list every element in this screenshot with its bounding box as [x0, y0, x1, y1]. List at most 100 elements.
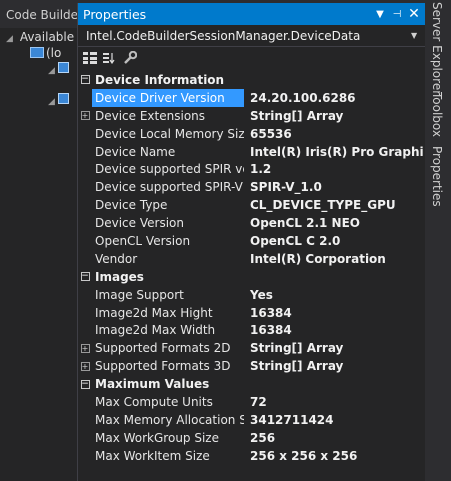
property-row[interactable]: + Device Extensions String[] Array: [78, 107, 424, 125]
code-builder-title[interactable]: Code Builder: [0, 0, 77, 28]
property-row[interactable]: + Supported Formats 2D String[] Array: [78, 339, 424, 357]
pin-icon[interactable]: ⊣: [390, 9, 404, 20]
property-name[interactable]: Image2d Max Width: [92, 321, 244, 339]
property-name[interactable]: Image2d Max Hight: [92, 304, 244, 322]
expand-plus-icon[interactable]: +: [80, 361, 90, 371]
category-name: Images: [95, 269, 144, 284]
property-name[interactable]: Device Version: [92, 214, 244, 232]
property-name[interactable]: Device Driver Version: [92, 88, 244, 107]
tab-toolbox[interactable]: Toolbox: [430, 92, 444, 137]
property-name[interactable]: Device Type: [92, 196, 244, 214]
property-name[interactable]: Device Extensions: [92, 107, 244, 125]
property-name[interactable]: OpenCL Version: [92, 232, 244, 250]
property-value[interactable]: Intel(R) Corporation: [244, 252, 424, 266]
side-tab-strip: Server Explorer Toolbox Properties: [426, 0, 451, 481]
property-value[interactable]: 72: [244, 395, 424, 409]
property-row[interactable]: Vendor Intel(R) Corporation: [78, 250, 424, 268]
property-row[interactable]: Image Support Yes: [78, 286, 424, 304]
tree-item-local[interactable]: (lo: [30, 46, 61, 60]
category-row[interactable]: − Maximum Values: [78, 375, 424, 393]
expand-plus-icon[interactable]: +: [80, 343, 90, 353]
close-icon[interactable]: ✕: [407, 6, 421, 22]
tab-server-explorer[interactable]: Server Explorer: [430, 2, 444, 95]
property-name[interactable]: Device supported SPIR version: [92, 160, 244, 178]
property-value[interactable]: 3412711424: [244, 413, 424, 427]
property-row[interactable]: Max WorkGroup Size 256: [78, 429, 424, 447]
property-row[interactable]: OpenCL Version OpenCL C 2.0: [78, 232, 424, 250]
property-name[interactable]: Device supported SPIR-V version: [92, 178, 244, 196]
row-gutter: [78, 178, 92, 196]
tree-collapse-arrow-icon[interactable]: ◢: [6, 34, 16, 44]
property-name[interactable]: Image Support: [92, 286, 244, 304]
tab-properties[interactable]: Properties: [430, 146, 444, 207]
tree-collapse-arrow-icon[interactable]: ◢: [48, 97, 58, 107]
property-value[interactable]: String[] Array: [244, 359, 424, 373]
property-name[interactable]: Supported Formats 2D: [92, 339, 244, 357]
window-options-dropdown-icon[interactable]: ▼: [373, 9, 387, 20]
property-value[interactable]: OpenCL C 2.0: [244, 234, 424, 248]
property-row[interactable]: Max WorkItem Size 256 x 256 x 256: [78, 447, 424, 465]
property-value[interactable]: CL_DEVICE_TYPE_GPU: [244, 198, 424, 212]
row-gutter: +: [78, 357, 92, 375]
property-name[interactable]: Max Memory Allocation Size: [92, 411, 244, 429]
property-row[interactable]: Image2d Max Hight 16384: [78, 304, 424, 322]
device-icon: [58, 62, 69, 73]
tree-item-child[interactable]: ◢: [48, 62, 69, 76]
property-name[interactable]: Max WorkGroup Size: [92, 429, 244, 447]
property-value[interactable]: 16384: [244, 323, 424, 337]
property-value[interactable]: Yes: [244, 288, 424, 302]
property-name[interactable]: Max WorkItem Size: [92, 447, 244, 465]
property-value[interactable]: 24.20.100.6286: [244, 91, 424, 105]
property-value[interactable]: 1.2: [244, 162, 424, 176]
property-row[interactable]: Device NameIntel(R) Iris(R) Pro Graphics…: [78, 143, 424, 161]
property-row[interactable]: Device Local Memory Size 65536: [78, 125, 424, 143]
property-row[interactable]: Device Type CL_DEVICE_TYPE_GPU: [78, 196, 424, 214]
property-row[interactable]: Max Compute Units 72: [78, 393, 424, 411]
tree-item-child[interactable]: ◢: [48, 93, 69, 107]
category-name: Device Information: [95, 72, 225, 87]
collapse-minus-icon[interactable]: −: [80, 379, 90, 389]
property-value[interactable]: SPIR-V_1.0: [244, 180, 424, 194]
property-row[interactable]: Max Memory Allocation Size3412711424: [78, 411, 424, 429]
properties-title: Properties: [83, 6, 147, 22]
property-row[interactable]: Device Version OpenCL 2.1 NEO: [78, 214, 424, 232]
collapse-minus-icon[interactable]: −: [80, 272, 90, 282]
collapse-minus-icon[interactable]: −: [80, 75, 90, 85]
object-selector-value: Intel.CodeBuilderSessionManager.DeviceDa…: [86, 28, 361, 43]
row-gutter: [78, 321, 92, 339]
properties-window: Properties ▼ ⊣ ✕ Intel.CodeBuilderSessio…: [77, 3, 425, 481]
property-value[interactable]: String[] Array: [244, 109, 424, 123]
property-pages-wrench-icon[interactable]: [122, 50, 138, 66]
property-row[interactable]: + Supported Formats 3D String[] Array: [78, 357, 424, 375]
property-value[interactable]: 256: [244, 431, 424, 445]
property-row[interactable]: Device Driver Version 24.20.100.6286: [78, 88, 424, 107]
category-row[interactable]: − Images: [78, 268, 424, 286]
object-selector[interactable]: Intel.CodeBuilderSessionManager.DeviceDa…: [78, 25, 425, 47]
property-row[interactable]: Device supported SPIR-V versionSPIR-V_1.…: [78, 178, 424, 196]
property-name[interactable]: Device Local Memory Size: [92, 125, 244, 143]
row-gutter: [78, 411, 92, 429]
property-value[interactable]: Intel(R) Iris(R) Pro Graphics 580: [244, 145, 424, 159]
property-value[interactable]: OpenCL 2.1 NEO: [244, 216, 424, 230]
expand-plus-icon[interactable]: +: [80, 111, 90, 121]
chevron-down-icon[interactable]: ▼: [411, 31, 425, 40]
row-gutter: [78, 214, 92, 232]
properties-title-bar[interactable]: Properties ▼ ⊣ ✕: [78, 3, 425, 25]
row-gutter: [78, 429, 92, 447]
property-name[interactable]: Device Name: [92, 143, 244, 161]
property-name[interactable]: Vendor: [92, 250, 244, 268]
tree-collapse-arrow-icon[interactable]: ◢: [48, 66, 58, 76]
property-name[interactable]: Supported Formats 3D: [92, 357, 244, 375]
property-name[interactable]: Max Compute Units: [92, 393, 244, 411]
category-row[interactable]: − Device Information: [78, 71, 424, 89]
property-row[interactable]: Device supported SPIR version1.2: [78, 160, 424, 178]
property-value[interactable]: 16384: [244, 306, 424, 320]
property-row[interactable]: Image2d Max Width 16384: [78, 321, 424, 339]
categorized-view-icon[interactable]: [82, 50, 98, 66]
property-value[interactable]: 65536: [244, 127, 424, 141]
tree-item-available[interactable]: ◢ Available: [6, 30, 74, 44]
property-value[interactable]: String[] Array: [244, 341, 424, 355]
alphabetical-view-icon[interactable]: [102, 50, 118, 66]
property-value[interactable]: 256 x 256 x 256: [244, 449, 424, 463]
row-gutter: [78, 286, 92, 304]
